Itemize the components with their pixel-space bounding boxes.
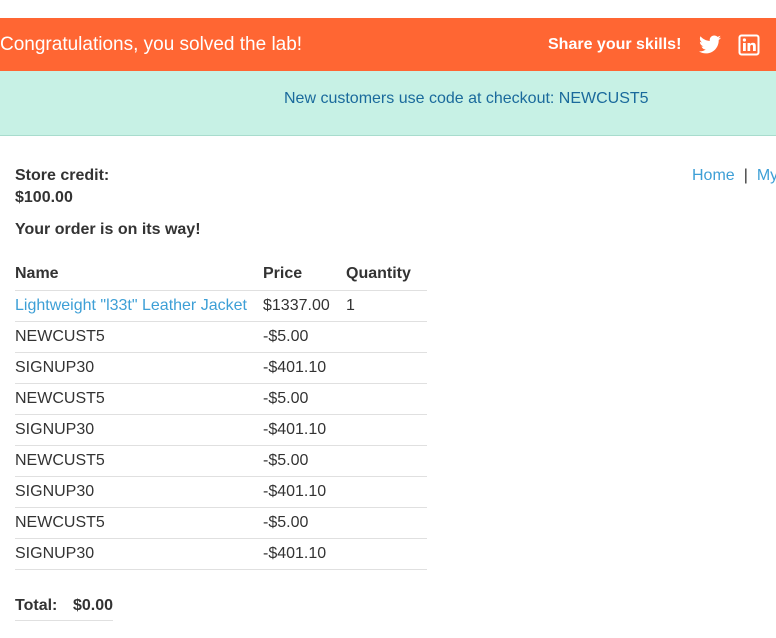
order-total: Total: $0.00 bbox=[15, 595, 113, 621]
banner-message: Congratulations, you solved the lab! bbox=[0, 34, 303, 55]
discount-amount: -$5.00 bbox=[263, 507, 346, 539]
discount-row: NEWCUST5 -$5.00 bbox=[15, 383, 427, 415]
order-table: Name Price Quantity Lightweight "l33t" L… bbox=[15, 257, 427, 570]
discount-amount: -$401.10 bbox=[263, 352, 346, 384]
share-skills-label: Share your skills! bbox=[548, 36, 682, 53]
product-link[interactable]: Lightweight "l33t" Leather Jacket bbox=[15, 297, 247, 314]
discount-row: NEWCUST5 -$5.00 bbox=[15, 507, 427, 539]
nav-my-account-link[interactable]: My bbox=[757, 167, 776, 184]
discount-code: NEWCUST5 bbox=[15, 321, 263, 353]
nav-separator: | bbox=[743, 167, 748, 184]
nav-home-link[interactable]: Home bbox=[692, 167, 735, 184]
order-status-message: Your order is on its way! bbox=[15, 221, 201, 238]
discount-code: SIGNUP30 bbox=[15, 476, 263, 508]
store-credit-value: $100.00 bbox=[15, 189, 73, 206]
notice-text: New customers use code at checkout: NEWC… bbox=[284, 90, 649, 107]
twitter-icon bbox=[699, 35, 721, 54]
discount-quantity bbox=[346, 538, 427, 570]
discount-quantity bbox=[346, 507, 427, 539]
column-header-name: Name bbox=[15, 257, 263, 291]
discount-amount: -$401.10 bbox=[263, 414, 346, 446]
discount-code: NEWCUST5 bbox=[15, 383, 263, 415]
discount-code: SIGNUP30 bbox=[15, 538, 263, 570]
discount-row: NEWCUST5 -$5.00 bbox=[15, 445, 427, 477]
discount-amount: -$5.00 bbox=[263, 321, 346, 353]
linkedin-share-link[interactable] bbox=[737, 33, 761, 57]
lab-solved-banner: Congratulations, you solved the lab! Sha… bbox=[0, 18, 776, 71]
discount-code: SIGNUP30 bbox=[15, 414, 263, 446]
linkedin-icon bbox=[738, 34, 760, 56]
discount-row: NEWCUST5 -$5.00 bbox=[15, 321, 427, 353]
discount-row: SIGNUP30 -$401.10 bbox=[15, 538, 427, 570]
total-label: Total: bbox=[15, 597, 58, 614]
total-value: $0.00 bbox=[73, 597, 114, 614]
discount-row: SIGNUP30 -$401.10 bbox=[15, 414, 427, 446]
discount-quantity bbox=[346, 476, 427, 508]
twitter-share-link[interactable] bbox=[698, 33, 722, 57]
new-customer-notice: New customers use code at checkout: NEWC… bbox=[0, 71, 776, 136]
top-nav: Home | My bbox=[692, 166, 776, 186]
product-price: $1337.00 bbox=[263, 290, 346, 322]
product-row: Lightweight "l33t" Leather Jacket $1337.… bbox=[15, 290, 427, 322]
discount-quantity bbox=[346, 321, 427, 353]
discount-quantity bbox=[346, 352, 427, 384]
discount-quantity bbox=[346, 383, 427, 415]
column-header-quantity: Quantity bbox=[346, 257, 427, 291]
discount-quantity bbox=[346, 445, 427, 477]
product-quantity: 1 bbox=[346, 290, 427, 322]
discount-row: SIGNUP30 -$401.10 bbox=[15, 352, 427, 384]
discount-row: SIGNUP30 -$401.10 bbox=[15, 476, 427, 508]
discount-amount: -$5.00 bbox=[263, 445, 346, 477]
discount-amount: -$401.10 bbox=[263, 476, 346, 508]
discount-code: SIGNUP30 bbox=[15, 352, 263, 384]
discount-amount: -$5.00 bbox=[263, 383, 346, 415]
store-credit-label: Store credit: bbox=[15, 167, 110, 184]
discount-quantity bbox=[346, 414, 427, 446]
column-header-price: Price bbox=[263, 257, 346, 291]
table-header-row: Name Price Quantity bbox=[15, 257, 427, 291]
discount-amount: -$401.10 bbox=[263, 538, 346, 570]
discount-code: NEWCUST5 bbox=[15, 445, 263, 477]
discount-code: NEWCUST5 bbox=[15, 507, 263, 539]
